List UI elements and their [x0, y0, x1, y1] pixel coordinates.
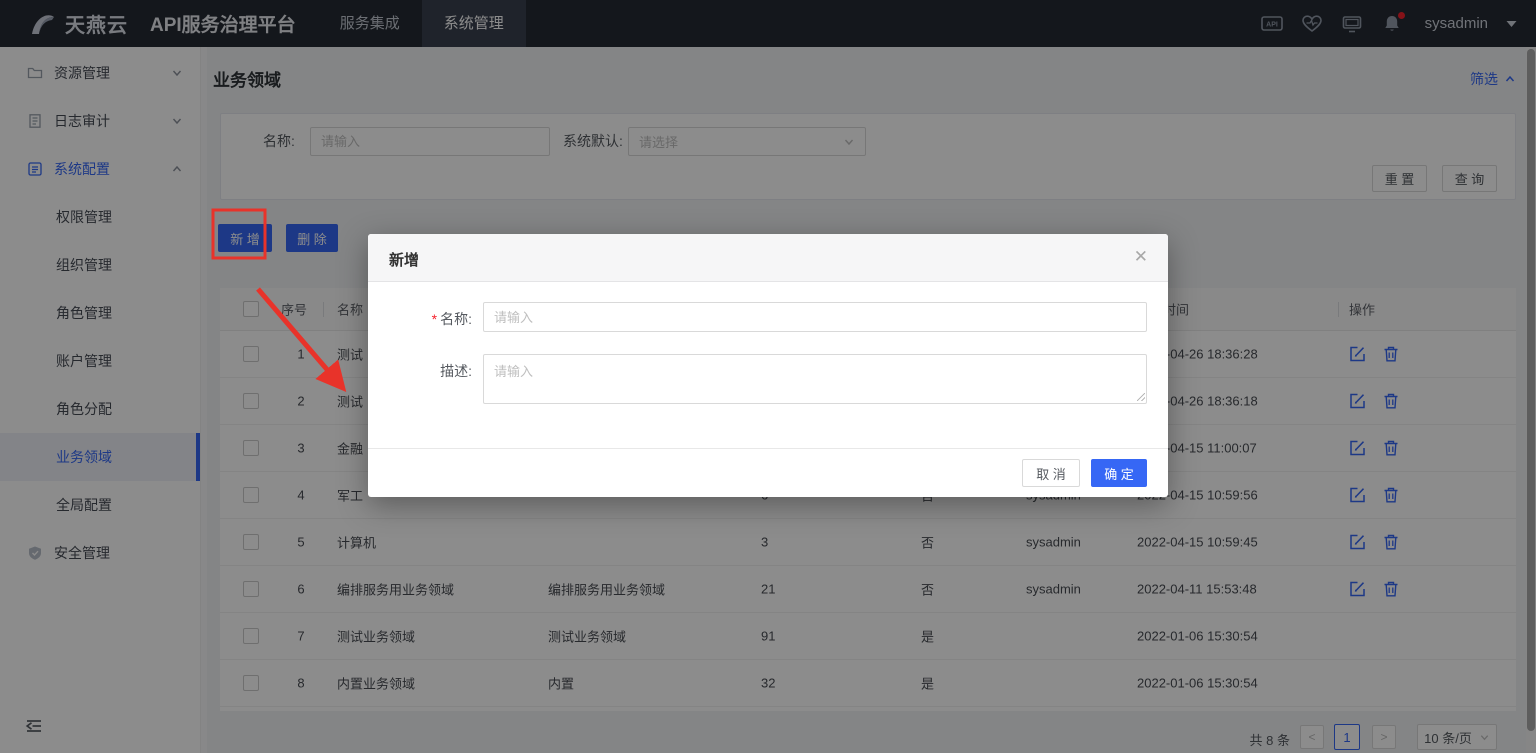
dialog-name-label: *名称:	[368, 309, 472, 329]
dialog-desc-label: 描述:	[368, 361, 472, 381]
cancel-button[interactable]: 取 消	[1022, 459, 1080, 487]
dialog-desc-textarea[interactable]	[483, 354, 1147, 404]
dialog-desc-label-text: 描述:	[440, 363, 472, 379]
dialog-footer-divider	[368, 448, 1168, 449]
dialog-name-input[interactable]	[483, 302, 1147, 332]
dialog-title: 新增	[389, 249, 419, 270]
app-root: { "colors": {"accent": "#3667f5", "annot…	[0, 0, 1536, 753]
dialog-name-label-text: 名称:	[440, 311, 472, 327]
close-icon[interactable]: ✕	[1134, 247, 1148, 267]
required-mark: *	[432, 311, 437, 327]
confirm-button[interactable]: 确 定	[1091, 459, 1147, 487]
textarea-resize-handle[interactable]	[1137, 393, 1145, 401]
dialog-header: 新增 ✕	[368, 234, 1168, 282]
add-dialog: 新增 ✕ *名称: 描述: 取 消 确 定	[368, 234, 1168, 497]
